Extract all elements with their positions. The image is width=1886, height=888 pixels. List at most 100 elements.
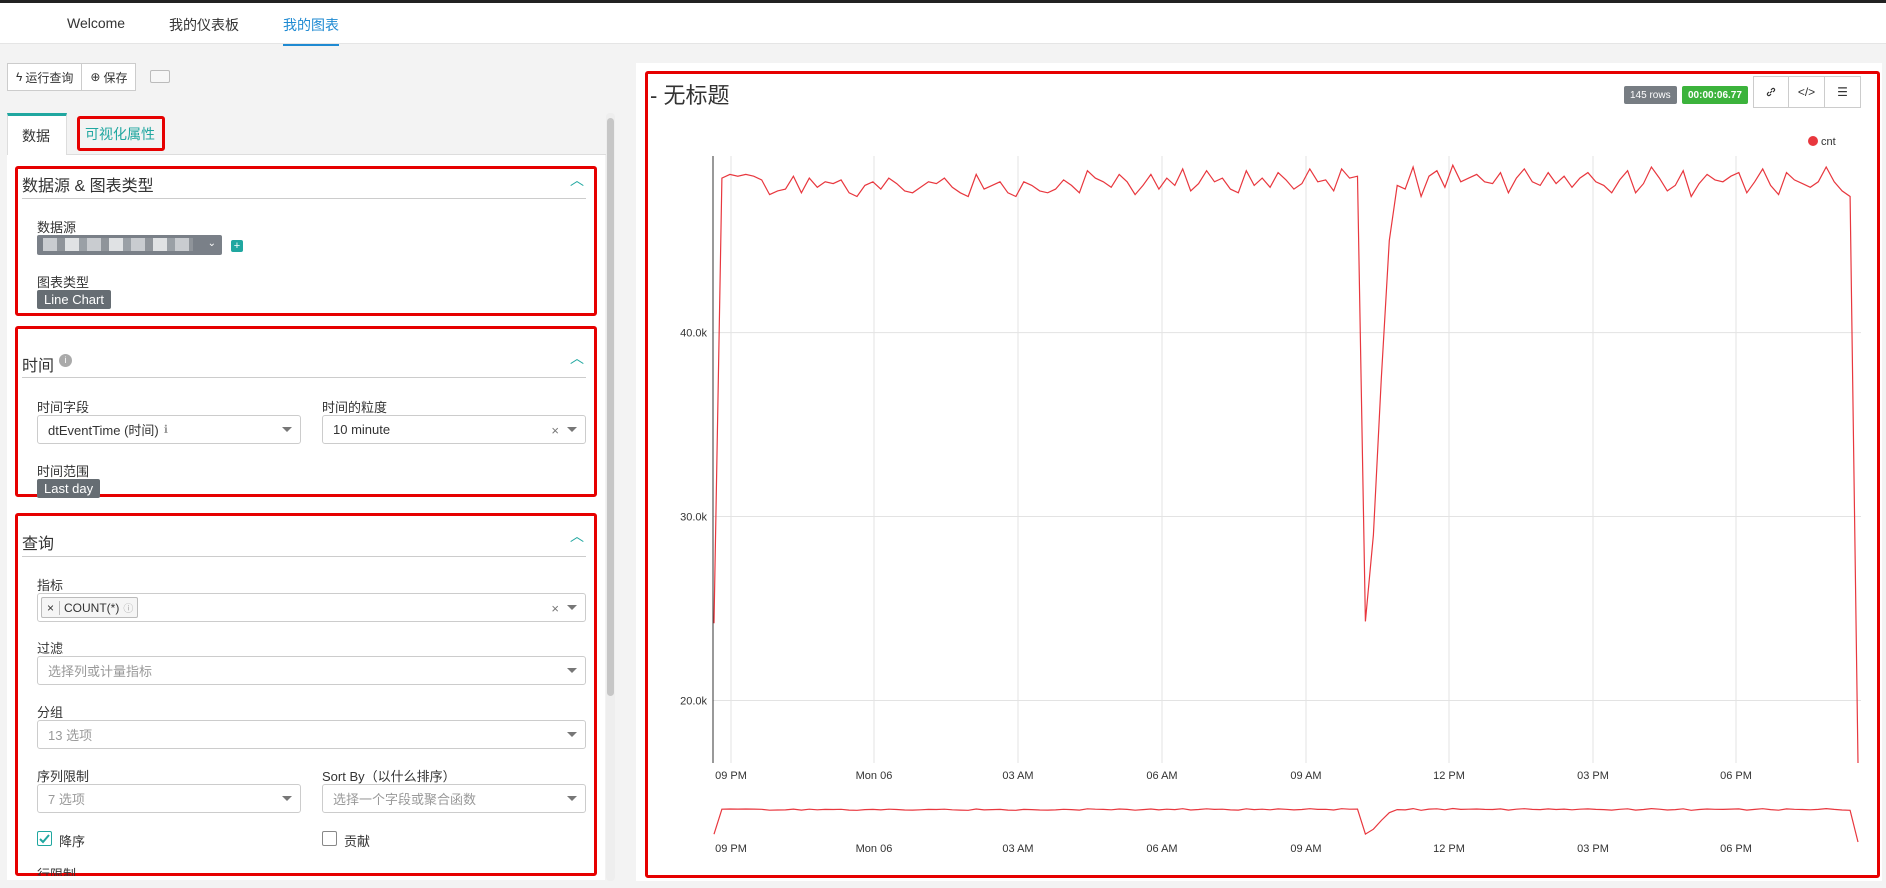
section-divider bbox=[22, 556, 586, 557]
info-icon[interactable]: i bbox=[59, 354, 72, 367]
check-icon bbox=[39, 834, 50, 844]
metric-tag-label: COUNT(*) bbox=[64, 600, 120, 615]
groupby-label: 分组 bbox=[37, 705, 64, 720]
groupby-placeholder: 13 选项 bbox=[48, 728, 93, 743]
chevron-up-icon[interactable]: ︿ bbox=[570, 526, 584, 546]
datasource-select[interactable]: ⌄ bbox=[37, 235, 222, 255]
x-tick-label: 03 PM bbox=[1577, 770, 1609, 782]
redacted-datasource-name bbox=[43, 238, 193, 251]
hamburger-menu-icon[interactable]: ☰ bbox=[1825, 76, 1861, 108]
clear-icon[interactable]: × bbox=[551, 423, 559, 438]
contribution-label: 贡献 bbox=[344, 834, 371, 849]
brush-series-line bbox=[713, 807, 1859, 843]
brush-x-tick-label: 06 PM bbox=[1720, 843, 1752, 855]
metric-tag[interactable]: × COUNT(*) ⓘ bbox=[41, 597, 139, 618]
chevron-up-icon[interactable]: ︿ bbox=[570, 170, 584, 190]
time-range-button[interactable]: Last day bbox=[37, 479, 101, 498]
sortby-placeholder: 选择一个字段或聚合函数 bbox=[333, 792, 477, 807]
descending-checkbox[interactable] bbox=[37, 831, 52, 846]
groupby-select[interactable]: 13 选项 bbox=[37, 720, 586, 749]
x-tick-label: 09 AM bbox=[1290, 770, 1321, 782]
query-toolbar: ϟ 运行查询 ⊕ 保存 bbox=[7, 63, 137, 91]
x-tick-label: 09 PM bbox=[715, 770, 747, 782]
brush-x-tick-label: 03 PM bbox=[1577, 843, 1609, 855]
highlight-box bbox=[77, 116, 165, 151]
run-query-button[interactable]: ϟ 运行查询 bbox=[7, 63, 83, 91]
bolt-icon: ϟ bbox=[16, 70, 23, 84]
nav-my-charts[interactable]: 我的图表 bbox=[283, 15, 339, 46]
query-timer-badge: 00:00:06.77 bbox=[1682, 86, 1748, 104]
legend-marker-cnt bbox=[1808, 136, 1818, 146]
brush-x-tick-label: 09 PM bbox=[715, 843, 747, 855]
caret-down-icon bbox=[567, 732, 577, 737]
top-navigation-bar: Welcome 我的仪表板 我的图表 bbox=[0, 0, 1886, 46]
info-icon: ℹ bbox=[163, 424, 168, 436]
section-divider bbox=[22, 377, 586, 378]
y-tick-label: 30.0k bbox=[680, 512, 707, 524]
time-field-select[interactable]: dtEventTime (时间) ℹ bbox=[37, 415, 301, 444]
caret-down-icon bbox=[567, 796, 577, 801]
chevron-up-icon[interactable]: ︿ bbox=[570, 348, 584, 368]
filter-placeholder: 选择列或计量指标 bbox=[48, 664, 153, 679]
clear-icon[interactable]: × bbox=[551, 601, 559, 616]
time-field-label: 时间字段 bbox=[37, 400, 90, 415]
x-tick-label: Mon 06 bbox=[856, 770, 893, 782]
sortby-label: Sort By（以什么排序） bbox=[322, 769, 456, 784]
save-button[interactable]: ⊕ 保存 bbox=[82, 63, 137, 91]
time-field-value: dtEventTime (时间) bbox=[48, 423, 159, 438]
run-query-label: 运行查询 bbox=[25, 70, 74, 85]
tab-data[interactable]: 数据 bbox=[7, 113, 67, 155]
add-datasource-icon[interactable]: + bbox=[231, 240, 243, 252]
line-chart: 20.0k 30.0k 40.0k 09 PM Mon 06 03 AM 06 AM 09 A… bbox=[680, 136, 1861, 855]
caret-down-icon bbox=[282, 796, 292, 801]
save-label: 保存 bbox=[103, 70, 128, 85]
query-section-highlight bbox=[15, 513, 597, 876]
query-section-title: 查询 bbox=[22, 536, 55, 553]
caret-down-icon bbox=[567, 605, 577, 610]
time-section-title: 时间 bbox=[22, 358, 55, 375]
series-limit-label: 序列限制 bbox=[37, 769, 90, 784]
contribution-checkbox[interactable] bbox=[322, 831, 337, 846]
legend-label-cnt: cnt bbox=[1821, 136, 1836, 148]
chart-title[interactable]: - 无标题 bbox=[650, 78, 729, 110]
time-range-label: 时间范围 bbox=[37, 464, 90, 479]
caret-down-icon bbox=[282, 427, 292, 432]
nav-welcome[interactable]: Welcome bbox=[67, 15, 125, 40]
keyboard-shortcuts-icon[interactable] bbox=[150, 70, 170, 83]
time-section-highlight bbox=[15, 326, 597, 497]
caret-down-icon bbox=[567, 668, 577, 673]
remove-tag-icon[interactable]: × bbox=[42, 600, 61, 615]
code-icon[interactable]: </> bbox=[1789, 76, 1825, 108]
brush-x-tick-label: 09 AM bbox=[1290, 843, 1321, 855]
time-grain-select[interactable]: 10 minute × bbox=[322, 415, 586, 444]
section-divider bbox=[22, 198, 586, 199]
caret-down-icon bbox=[567, 427, 577, 432]
y-tick-label: 40.0k bbox=[680, 328, 707, 340]
filter-label: 过滤 bbox=[37, 641, 64, 656]
datasource-section-title: 数据源 & 图表类型 bbox=[22, 178, 154, 195]
help-icon: ⓘ bbox=[123, 604, 134, 615]
chart-type-button[interactable]: Line Chart bbox=[37, 290, 111, 309]
chart-actions: </> ☰ bbox=[1753, 76, 1861, 108]
brush-x-tick-label: 06 AM bbox=[1146, 843, 1177, 855]
series-limit-select[interactable]: 7 选项 bbox=[37, 784, 301, 813]
chevron-down-icon: ⌄ bbox=[207, 238, 216, 249]
link-icon[interactable] bbox=[1753, 76, 1789, 108]
rows-badge: 145 rows bbox=[1624, 86, 1677, 104]
series-line-cnt bbox=[713, 163, 1859, 764]
descending-label: 降序 bbox=[59, 834, 86, 849]
y-tick-label: 20.0k bbox=[680, 695, 707, 707]
scrollbar-thumb[interactable] bbox=[607, 118, 614, 696]
series-limit-placeholder: 7 选项 bbox=[48, 792, 85, 807]
row-limit-label: 行限制 bbox=[37, 867, 77, 876]
brush-x-tick-label: Mon 06 bbox=[856, 843, 893, 855]
filter-select[interactable]: 选择列或计量指标 bbox=[37, 656, 586, 685]
x-tick-label: 03 AM bbox=[1002, 770, 1033, 782]
metrics-select[interactable]: × COUNT(*) ⓘ × bbox=[37, 593, 586, 622]
nav-my-dashboards[interactable]: 我的仪表板 bbox=[169, 15, 239, 44]
plus-circle-icon: ⊕ bbox=[90, 70, 101, 84]
sortby-select[interactable]: 选择一个字段或聚合函数 bbox=[322, 784, 586, 813]
brush-x-tick-label: 03 AM bbox=[1002, 843, 1033, 855]
datasource-label: 数据源 bbox=[37, 220, 77, 235]
time-grain-value: 10 minute bbox=[333, 422, 391, 437]
